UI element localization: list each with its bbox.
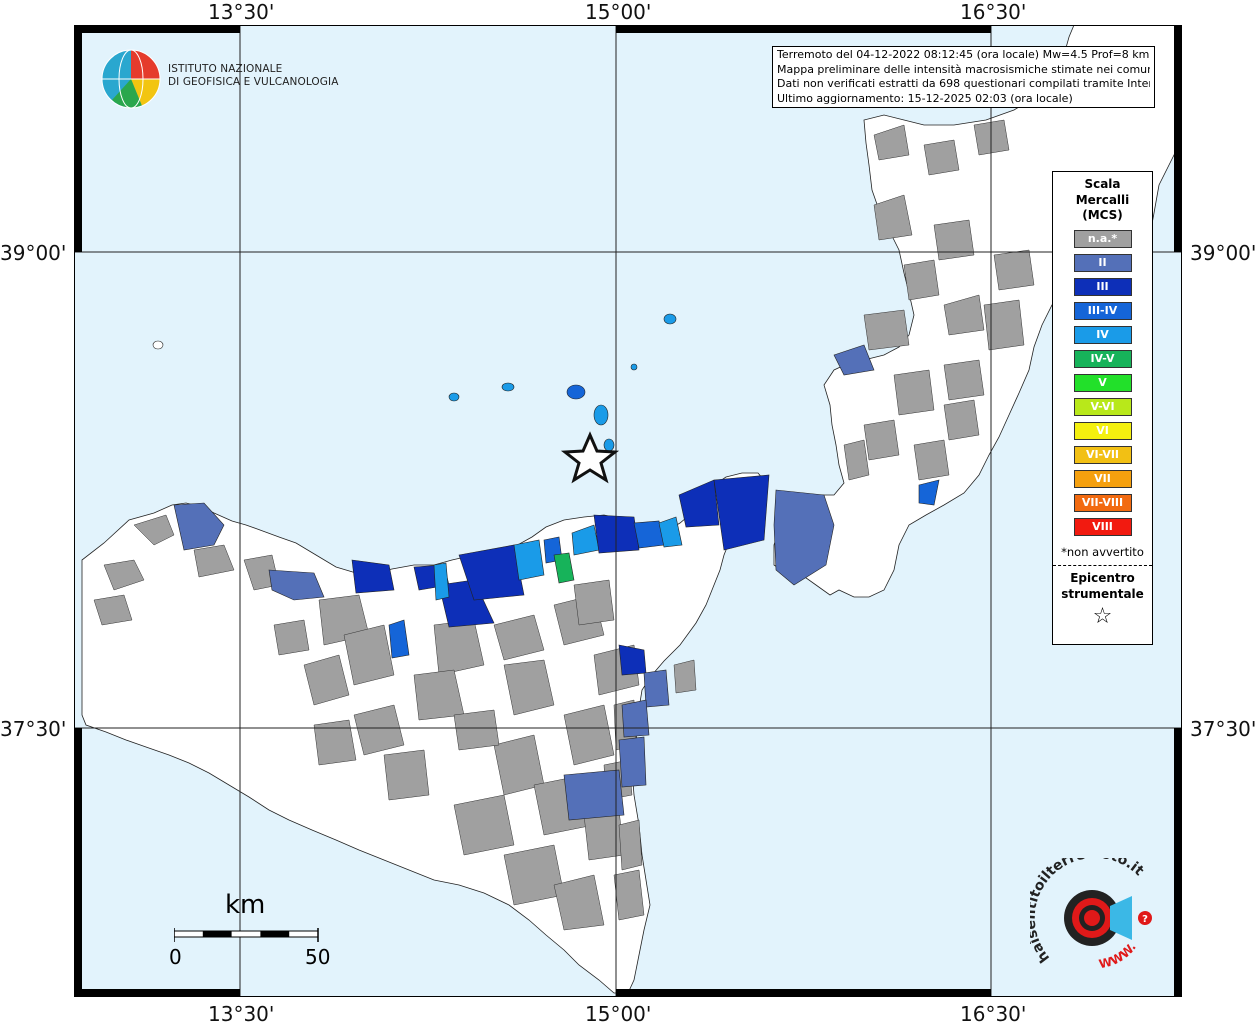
island-stromboli [663,313,677,325]
legend-item: VI-VII [1073,445,1132,464]
svg-text:WWW.: WWW. [1098,940,1139,971]
globe-icon [101,49,161,109]
lat-label-left-2: 37°30' [0,717,67,741]
legend-divider [1053,564,1152,566]
island-filicudi [501,382,515,392]
island-lipari [593,404,609,426]
legend-epicentre-line2: strumentale [1061,586,1144,601]
legend-item: VII [1073,469,1132,488]
legend-item: V-VI [1073,397,1132,416]
legend-item: n.a.* [1073,229,1132,248]
earthquake-logo-icon: ? haisentitoilterremoto.it WWW. [1023,846,1152,971]
legend-title-line1: Scala [1084,177,1121,191]
lon-label-top-2: 15°00' [585,0,652,24]
legend-item: VIII [1073,517,1132,536]
legend-epicentre-line1: Epicentro [1070,570,1135,585]
lon-label-top-1: 13°30' [208,0,275,24]
info-box: Terremoto del 04-12-2022 08:12:45 (ora l… [772,46,1155,108]
ingv-name: ISTITUTO NAZIONALE DI GEOFISICA E VULCAN… [168,63,339,89]
info-line-1: Terremoto del 04-12-2022 08:12:45 (ora l… [777,48,1150,61]
info-line-2: Mappa preliminare delle intensità macros… [777,62,1150,76]
island-ustica [152,340,164,350]
ingv-name-line2: DI GEOFISICA E VULCANOLOGIA [168,76,339,88]
lon-label-top-3: 16°30' [960,0,1027,24]
hsit-logo: ? haisentitoilterremoto.it WWW. [1023,846,1160,978]
legend-item: II [1073,253,1132,272]
legend-note: *non avvertito [1061,544,1144,559]
island-panarea [630,363,638,371]
legend-item: V [1073,373,1132,392]
scale-ruler [174,928,319,942]
hsit-logo-prefix: WWW. [1098,940,1139,971]
scale-start: 0 [169,945,182,969]
lon-label-bottom-3: 16°30' [960,1002,1027,1026]
star-icon: ☆ [1092,603,1113,629]
legend-item: III-IV [1073,301,1132,320]
ingv-name-line1: ISTITUTO NAZIONALE [168,63,283,75]
legend-title: Scala Mercalli (MCS) [1053,177,1152,224]
legend-epicentre: Epicentro strumentale [1053,570,1152,602]
legend-item: III [1073,277,1132,296]
island-vulcano [603,438,615,452]
island-salina [566,384,586,400]
scale-unit: km [225,890,266,920]
svg-text:?: ? [1142,914,1148,925]
legend-title-line3: (MCS) [1082,208,1123,222]
legend-item: IV-V [1073,349,1132,368]
legend-item: IV [1073,325,1132,344]
scale-end: 50 [305,945,331,969]
map-canvas[interactable] [74,25,1182,997]
legend-title-line2: Mercalli [1075,192,1130,207]
scale-bar: km 0 50 [166,890,336,975]
legend-items: n.a.* II III III-IV IV IV-V V V-VI VI VI-VII VII VI… [1053,229,1152,536]
lon-label-bottom-2: 15°00' [585,1002,652,1026]
legend: Scala Mercalli (MCS) n.a.* II III III-IV IV I… [1052,171,1153,645]
info-line-3: Dati non verificati estratti da 698 ques… [777,77,1150,90]
lat-label-left-1: 39°00' [0,241,67,265]
island-alicudi [448,392,460,402]
info-line-4: Ultimo aggiornamento: 15-12-2025 02:03 (… [777,91,1073,105]
map-frame [74,25,1182,997]
legend-item: VII-VIII [1073,493,1132,512]
lon-label-bottom-1: 13°30' [208,1002,275,1026]
lat-label-right-1: 39°00' [1190,241,1255,265]
lat-label-right-2: 37°30' [1190,717,1255,741]
legend-item: VI [1073,421,1132,440]
